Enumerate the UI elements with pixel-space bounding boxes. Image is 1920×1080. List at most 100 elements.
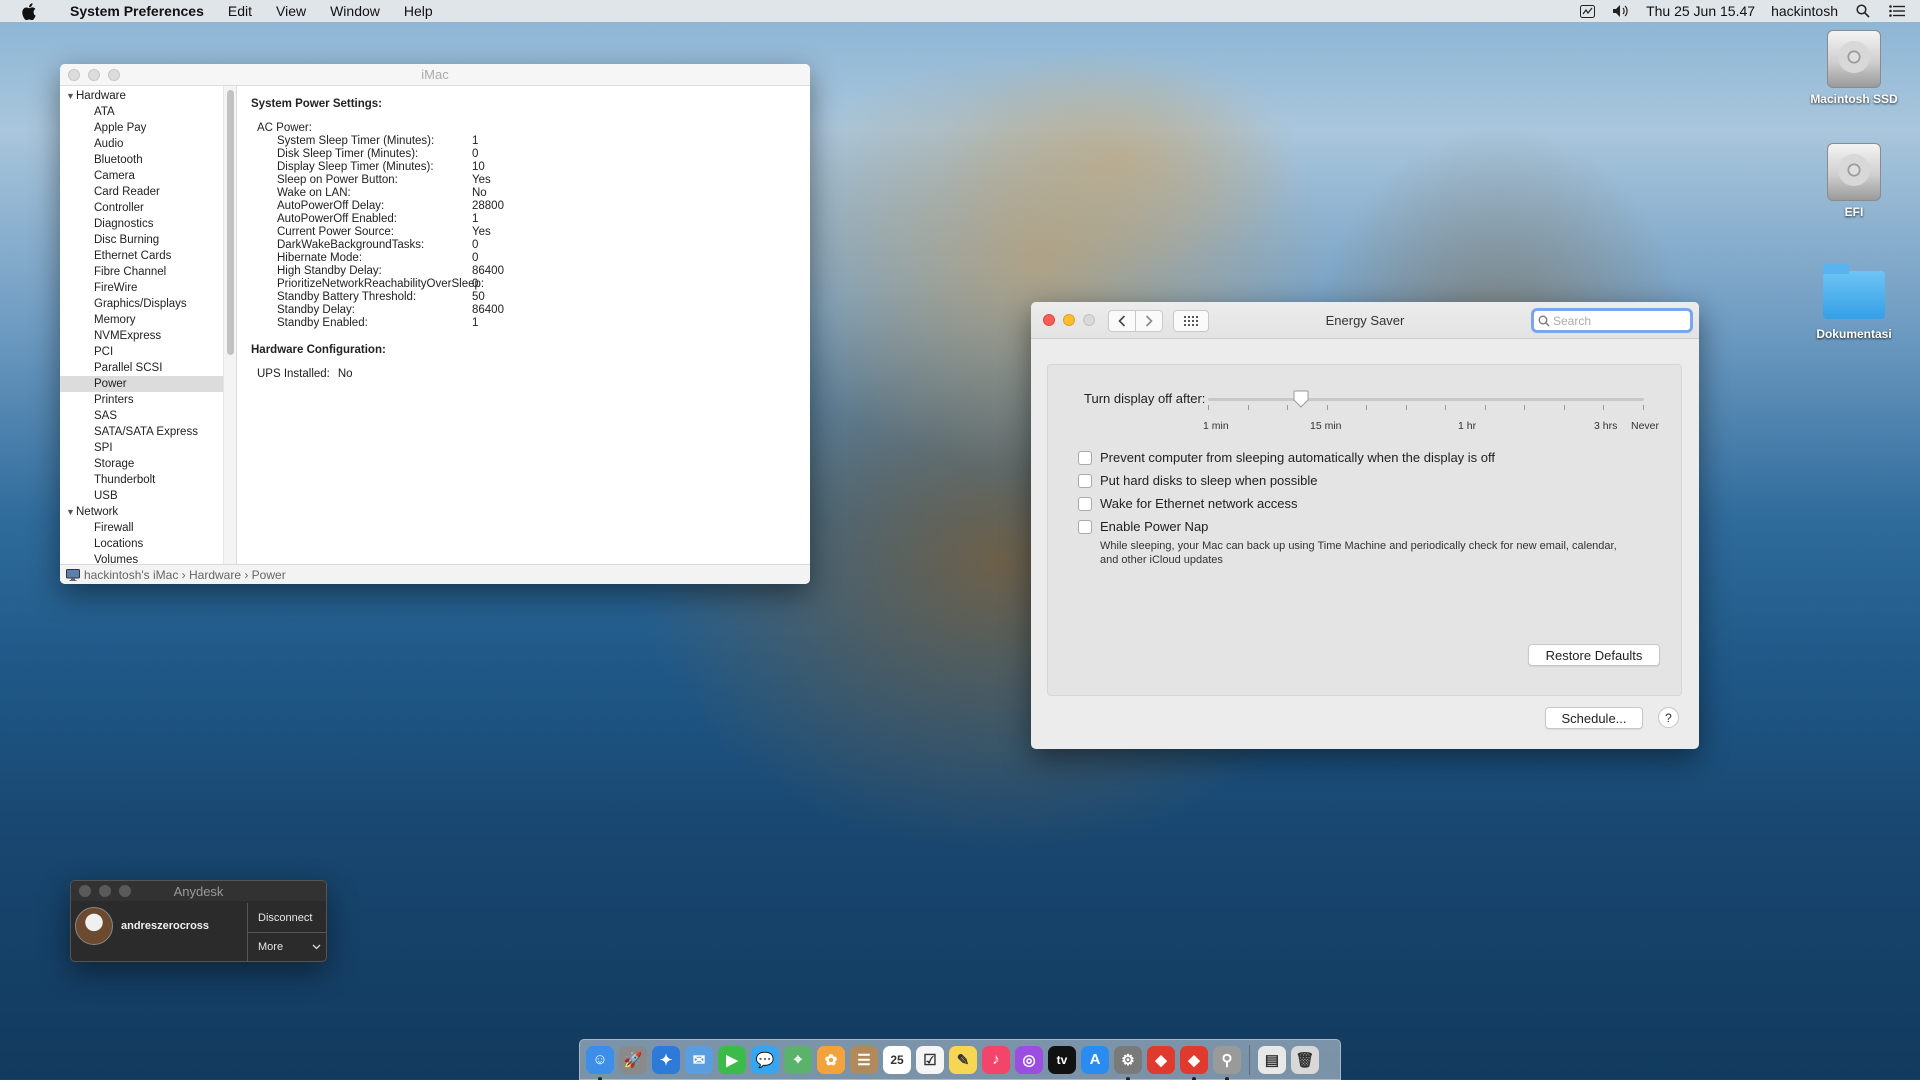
power-nap-checkbox-row[interactable]: Enable Power Nap [1078,519,1208,534]
sidebar-item-locations[interactable]: Locations [60,536,223,552]
notes-icon[interactable]: ✎ [949,1045,977,1074]
facetime-icon[interactable]: ▶ [718,1045,746,1074]
sidebar-item-thunderbolt[interactable]: Thunderbolt [60,472,223,488]
search-field[interactable] [1531,308,1693,333]
music-icon[interactable]: ♪ [982,1045,1010,1074]
desktop-icon-efi[interactable]: EFI [1799,143,1909,219]
restore-defaults-button[interactable]: Restore Defaults [1528,644,1660,666]
minimize-button[interactable] [99,885,111,897]
sidebar-item-sas[interactable]: SAS [60,408,223,424]
sidebar-item-disc-burning[interactable]: Disc Burning [60,232,223,248]
sidebar-item-usb[interactable]: USB [60,488,223,504]
sidebar-item-power[interactable]: Power [60,376,223,392]
sidebar-group-network[interactable]: ▼ Network [60,504,223,520]
close-button[interactable] [79,885,91,897]
system-preferences-icon[interactable]: ⚙ [1114,1045,1142,1080]
schedule-button[interactable]: Schedule... [1545,707,1643,729]
downloads-icon[interactable]: ▤ [1258,1045,1286,1074]
disk-sleep-checkbox[interactable] [1078,473,1092,488]
safari-icon[interactable]: ✦ [652,1045,680,1074]
sidebar-item-spi[interactable]: SPI [60,440,223,456]
contacts-icon[interactable]: ☰ [850,1045,878,1074]
tv-icon[interactable]: tv [1048,1045,1076,1074]
minimize-button[interactable] [88,69,100,81]
help-button[interactable]: ? [1658,707,1679,728]
desktop-icon-label: Macintosh SSD [1810,92,1898,106]
sidebar-item-ethernet-cards[interactable]: Ethernet Cards [60,248,223,264]
notification-center-icon[interactable] [1888,4,1906,18]
sidebar-item-memory[interactable]: Memory [60,312,223,328]
zoom-button[interactable] [108,69,120,81]
sidebar-group-hardware[interactable]: ▼ Hardware [60,88,223,104]
menubar-user[interactable]: hackintosh [1771,3,1838,19]
sidebar-item-graphics-displays[interactable]: Graphics/Displays [60,296,223,312]
desktop-icon-macintosh-ssd[interactable]: Macintosh SSD [1799,30,1909,106]
maps-icon[interactable]: ⌖ [784,1045,812,1074]
sidebar-scrollbar[interactable] [223,86,237,564]
disclosure-triangle-icon[interactable]: ▼ [66,507,76,517]
finder-icon[interactable]: ☺ [586,1045,614,1080]
sidebar-item-printers[interactable]: Printers [60,392,223,408]
search-input[interactable] [1553,313,1673,328]
prevent-sleep-checkbox-row[interactable]: Prevent computer from sleeping automatic… [1078,450,1495,465]
sidebar-item-camera[interactable]: Camera [60,168,223,184]
trash-icon[interactable]: 🗑 [1291,1045,1319,1074]
wake-ethernet-checkbox-row[interactable]: Wake for Ethernet network access [1078,496,1298,511]
spotlight-search-icon[interactable] [1854,4,1872,18]
menu-edit[interactable]: Edit [216,3,264,19]
activity-monitor-icon[interactable] [1578,4,1596,18]
sidebar-item-diagnostics[interactable]: Diagnostics [60,216,223,232]
menu-app-name[interactable]: System Preferences [54,3,216,19]
sidebar-item-volumes[interactable]: Volumes [60,552,223,564]
menu-view[interactable]: View [264,3,318,19]
system-information-icon[interactable]: ⚲ [1213,1045,1241,1080]
sidebar-item-sata-sata-express[interactable]: SATA/SATA Express [60,424,223,440]
sidebar-item-parallel-scsi[interactable]: Parallel SCSI [60,360,223,376]
more-button[interactable]: More [248,932,326,961]
sidebar-item-fibre-channel[interactable]: Fibre Channel [60,264,223,280]
zoom-button[interactable] [119,885,131,897]
slider-knob[interactable] [1293,390,1309,408]
apple-menu-icon[interactable] [20,2,38,20]
sidebar-item-controller[interactable]: Controller [60,200,223,216]
menu-help[interactable]: Help [392,3,445,19]
sidebar-item-firewire[interactable]: FireWire [60,280,223,296]
anydesk-icon[interactable]: ◆ [1147,1045,1175,1074]
display-sleep-slider[interactable] [1208,398,1644,401]
scrollbar-thumb[interactable] [227,90,234,355]
calendar-icon[interactable]: 25 [883,1045,911,1074]
anydesk-alt-icon[interactable]: ◆ [1180,1045,1208,1080]
disk-sleep-checkbox-row[interactable]: Put hard disks to sleep when possible [1078,473,1318,488]
sidebar-item-nvmexpress[interactable]: NVMExpress [60,328,223,344]
sidebar-item-storage[interactable]: Storage [60,456,223,472]
sidebar-item-card-reader[interactable]: Card Reader [60,184,223,200]
window-titlebar[interactable]: Anydesk [71,881,326,901]
disclosure-triangle-icon[interactable]: ▼ [66,91,76,101]
disconnect-button[interactable]: Disconnect [248,903,326,932]
window-titlebar[interactable]: Energy Saver [1031,302,1699,339]
podcasts-icon[interactable]: ◎ [1015,1045,1043,1074]
volume-icon[interactable] [1612,4,1630,18]
wake-ethernet-checkbox[interactable] [1078,496,1092,511]
reminders-icon[interactable]: ☑ [916,1045,944,1074]
close-button[interactable] [68,69,80,81]
menubar-clock[interactable]: Thu 25 Jun 15.47 [1646,3,1755,19]
sidebar-item-apple-pay[interactable]: Apple Pay [60,120,223,136]
power-nap-checkbox[interactable] [1078,519,1092,534]
sidebar-item-audio[interactable]: Audio [60,136,223,152]
sidebar-item-pci[interactable]: PCI [60,344,223,360]
mail-icon[interactable]: ✉ [685,1045,713,1074]
breadcrumb[interactable]: hackintosh's iMac › Hardware › Power [84,568,286,582]
sidebar-item-ata[interactable]: ATA [60,104,223,120]
sidebar-item-firewall[interactable]: Firewall [60,520,223,536]
app-store-icon[interactable]: A [1081,1045,1109,1074]
prevent-sleep-checkbox[interactable] [1078,450,1092,465]
photos-icon[interactable]: ✿ [817,1045,845,1074]
launchpad-icon[interactable]: 🚀 [619,1045,647,1074]
sidebar-item-bluetooth[interactable]: Bluetooth [60,152,223,168]
messages-icon[interactable]: 💬 [751,1045,779,1074]
menu-window[interactable]: Window [318,3,392,19]
slider-mark-15-min: 15 min [1310,420,1342,432]
desktop-icon-dokumentasi[interactable]: Dokumentasi [1799,264,1909,341]
window-titlebar[interactable]: iMac [60,64,810,86]
